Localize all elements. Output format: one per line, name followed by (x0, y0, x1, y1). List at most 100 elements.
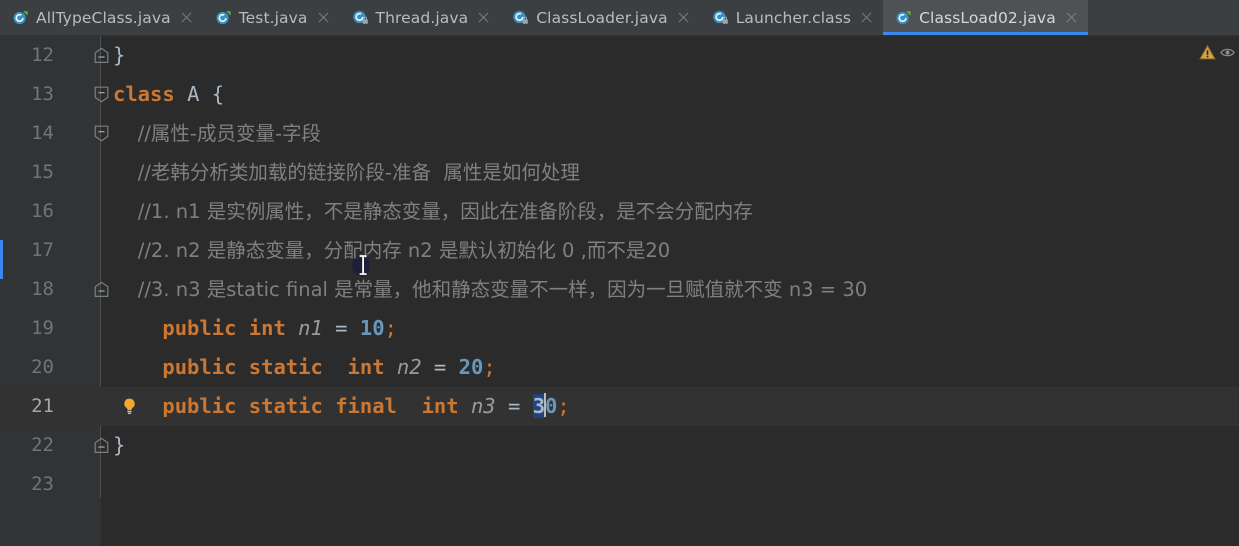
line-number: 14 (31, 122, 54, 144)
fold-collapse-icon[interactable] (92, 114, 110, 153)
code-token: } (113, 43, 126, 67)
code-line[interactable]: 15 //老韩分析类加载的链接阶段-准备 属性是如何处理 (0, 153, 1239, 192)
close-icon[interactable] (677, 11, 690, 24)
line-number: 22 (31, 434, 54, 456)
inspection-eye-icon[interactable] (1220, 45, 1235, 64)
code-text[interactable]: //3. n3 是static final 是常量，他和静态变量不一样，因为一旦… (113, 270, 867, 309)
ide-editor-window: AllTypeClass.java Test.java Thread.java Cla… (0, 0, 1239, 546)
code-text[interactable]: public static int n2 = 20; (113, 348, 496, 387)
code-token: int (421, 394, 459, 418)
code-text[interactable]: //2. n2 是静态变量，分配内存 n2 是默认初始化 0 ,而不是20 (113, 231, 670, 270)
code-token: = (322, 316, 360, 340)
code-line[interactable]: 20 public static int n2 = 20; (0, 348, 1239, 387)
code-token: } (113, 433, 126, 457)
line-number: 21 (31, 395, 54, 417)
code-token: public (162, 355, 237, 379)
java-library-icon (352, 9, 369, 26)
editor-tab-label: Test.java (238, 8, 308, 27)
code-editor[interactable]: 12} 13 class A {14 //属性-成员变量-字段 15 //老韩分析类加… (0, 36, 1239, 546)
close-icon[interactable] (317, 11, 330, 24)
line-number: 13 (31, 83, 54, 105)
code-line[interactable]: 18 //3. n3 是static final 是常量，他和静态变量不一样，因… (0, 270, 1239, 309)
line-number: 17 (31, 239, 54, 261)
close-icon[interactable] (477, 11, 490, 24)
code-token: A (187, 82, 200, 106)
code-token: = (421, 355, 459, 379)
code-text[interactable]: public static final int n3 = 30; (113, 387, 570, 426)
editor-tab-bar: AllTypeClass.java Test.java Thread.java Cla… (0, 0, 1239, 36)
editor-tab-label: Launcher.class (735, 8, 852, 27)
code-line[interactable]: 23 (0, 465, 1239, 504)
code-line[interactable]: 17 //2. n2 是静态变量，分配内存 n2 是默认初始化 0 ,而不是20 (0, 231, 1239, 270)
code-text[interactable]: } (113, 426, 125, 465)
fold-end-icon[interactable] (92, 36, 110, 75)
line-number: 16 (31, 200, 54, 222)
editor-tab-label: ClassLoader.java (536, 8, 668, 27)
code-token: 20 (458, 355, 484, 379)
code-line[interactable]: 14 //属性-成员变量-字段 (0, 114, 1239, 153)
code-token: ; (483, 355, 496, 379)
editor-tab-launcher-class[interactable]: Launcher.class (700, 0, 883, 35)
close-icon[interactable] (860, 11, 873, 24)
code-text[interactable]: public int n1 = 10; (113, 309, 397, 348)
code-line[interactable]: 21 public static final int n3 = 30; (0, 387, 1239, 426)
warning-triangle-icon[interactable] (1199, 44, 1216, 65)
editor-tab-thread-java[interactable]: Thread.java (340, 0, 501, 35)
code-token: public (162, 394, 237, 418)
code-token: 10 (359, 316, 385, 340)
editor-tab-classloader-java[interactable]: ClassLoader.java (500, 0, 699, 35)
editor-tab-label: ClassLoad02.java (919, 8, 1056, 27)
code-line[interactable]: 13 class A { (0, 75, 1239, 114)
editor-tab-alltypeclass-java[interactable]: AllTypeClass.java (0, 0, 203, 35)
java-class-icon (895, 9, 912, 26)
editor-tab-classload02-java[interactable]: ClassLoad02.java (883, 0, 1088, 35)
code-line[interactable]: 12} (0, 36, 1239, 75)
code-text[interactable]: class A { (113, 75, 224, 114)
code-line[interactable]: 19 public int n1 = 10; (0, 309, 1239, 348)
close-icon[interactable] (180, 11, 193, 24)
code-token: //3. n3 是static final 是常量，他和静态变量不一样，因为一旦… (113, 278, 868, 301)
code-text[interactable]: //1. n1 是实例属性，不是静态变量，因此在准备阶段，是不会分配内存 (113, 192, 753, 231)
fold-end-icon[interactable] (92, 270, 110, 309)
code-line[interactable]: 16 //1. n1 是实例属性，不是静态变量，因此在准备阶段，是不会分配内存 (0, 192, 1239, 231)
line-number: 15 (31, 161, 54, 183)
line-number: 19 (31, 317, 54, 339)
close-icon[interactable] (1065, 11, 1078, 24)
inspection-status-widget[interactable] (1199, 44, 1235, 65)
editor-tab-label: AllTypeClass.java (36, 8, 171, 27)
line-number: 12 (31, 44, 54, 66)
java-library-icon (512, 9, 529, 26)
code-token: n2 (396, 355, 422, 379)
code-text[interactable]: //老韩分析类加载的链接阶段-准备 属性是如何处理 (113, 153, 580, 192)
editor-tab-test-java[interactable]: Test.java (203, 0, 340, 35)
java-class-icon (215, 9, 232, 26)
code-token: public (162, 316, 237, 340)
java-library-icon (712, 9, 729, 26)
code-token: int (347, 355, 385, 379)
code-token: class (113, 82, 175, 106)
code-token: = (495, 394, 533, 418)
line-number: 23 (31, 473, 54, 495)
line-number: 20 (31, 356, 54, 378)
code-line[interactable]: 22} (0, 426, 1239, 465)
editor-tab-label: Thread.java (375, 8, 469, 27)
code-token: //属性-成员变量-字段 (113, 122, 322, 145)
code-token: static (248, 355, 323, 379)
code-token: { (211, 82, 225, 106)
code-text[interactable]: } (113, 36, 125, 75)
code-text[interactable]: //属性-成员变量-字段 (113, 114, 321, 153)
code-token: n1 (298, 316, 323, 340)
fold-collapse-icon[interactable] (92, 75, 110, 114)
line-number: 18 (31, 278, 54, 300)
fold-end-icon[interactable] (92, 426, 110, 465)
